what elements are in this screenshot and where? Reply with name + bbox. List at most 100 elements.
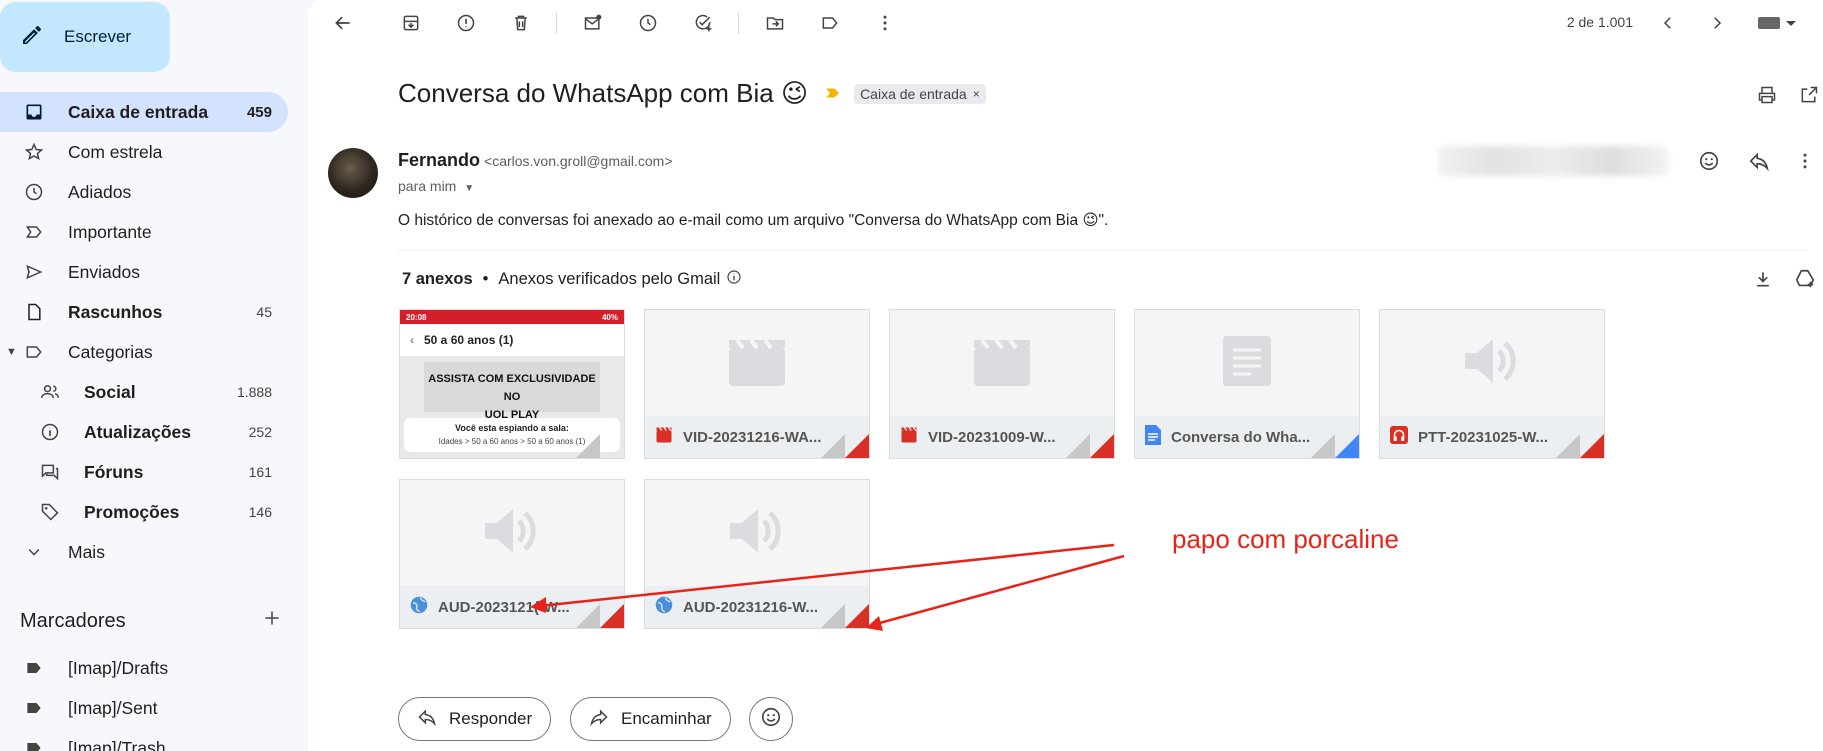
sidebar-item-label: Com estrela <box>68 141 163 162</box>
add-label-icon[interactable] <box>262 608 282 634</box>
avatar[interactable] <box>328 148 378 198</box>
redacted-date <box>1438 146 1668 176</box>
thumb-status-bar: 20:08 40% <box>400 310 624 324</box>
report-spam-icon[interactable] <box>453 10 479 36</box>
forward-icon <box>589 707 609 732</box>
sidebar-item-starred[interactable]: Com estrela <box>0 132 288 172</box>
doc-file-icon <box>1145 424 1161 450</box>
more-vertical-icon[interactable] <box>1792 148 1818 174</box>
move-to-folder-icon[interactable] <box>762 10 788 36</box>
toolbar: 2 de 1.001 <box>308 0 1823 44</box>
caret-down-icon[interactable]: ▼ <box>464 183 474 194</box>
sidebar-item-label: Mais <box>68 541 105 562</box>
remove-label-icon[interactable]: × <box>973 87 980 101</box>
fold-corner <box>821 604 845 628</box>
sender-name[interactable]: Fernando <box>398 150 480 170</box>
unread-count: 252 <box>248 424 272 440</box>
sender-line: Fernando <carlos.von.groll@gmail.com> <box>398 150 673 171</box>
reply-icon[interactable] <box>1746 148 1772 174</box>
label-item[interactable]: [Imap]/Sent <box>0 688 288 728</box>
unread-count: 459 <box>246 103 272 121</box>
recipients[interactable]: para mim ▼ <box>398 178 474 194</box>
sidebar-item-promotions[interactable]: Promoções 146 <box>0 492 288 532</box>
keyboard-icon[interactable] <box>1754 10 1802 36</box>
label-item-text: [Imap]/Sent <box>68 697 158 718</box>
type-corner <box>1335 434 1359 458</box>
speaker-icon <box>730 506 784 561</box>
sidebar-item-important[interactable]: Importante <box>0 212 288 252</box>
print-icon[interactable] <box>1754 82 1780 108</box>
attachments-count: 7 anexos <box>402 270 473 288</box>
sidebar-item-label: Social <box>84 381 136 402</box>
attachment-video[interactable]: VID-20231009-W... <box>889 309 1115 459</box>
compose-label: Escrever <box>64 27 132 46</box>
chevron-right-icon[interactable] <box>1704 10 1730 36</box>
sidebar: Escrever Caixa de entrada 459 Com estrel… <box>0 0 308 751</box>
tag-icon <box>38 500 62 524</box>
mark-unread-icon[interactable] <box>580 10 606 36</box>
sidebar-item-categories[interactable]: ▼ Categorias <box>0 332 288 372</box>
toolbar-divider <box>738 12 739 34</box>
snooze-clock-icon[interactable] <box>635 10 661 36</box>
sidebar-item-updates[interactable]: Atualizações 252 <box>0 412 288 452</box>
add-to-drive-icon[interactable] <box>1792 266 1818 292</box>
label-filled-icon <box>22 696 46 720</box>
back-arrow-icon[interactable] <box>330 10 356 36</box>
trash-icon[interactable] <box>508 10 534 36</box>
fold-corner <box>1066 434 1090 458</box>
important-icon <box>22 220 46 244</box>
send-icon <box>22 260 46 284</box>
unread-count: 45 <box>256 304 272 320</box>
attachments-verified: Anexos verificados pelo Gmail <box>498 270 721 288</box>
emoji-button[interactable] <box>749 697 793 741</box>
attachment-audio[interactable]: AUD-20231216-W... <box>644 479 870 629</box>
sidebar-item-label: Importante <box>68 221 152 242</box>
thumb-time: 20:08 <box>406 312 427 322</box>
type-corner <box>600 604 624 628</box>
draft-icon <box>22 300 46 324</box>
sidebar-item-inbox[interactable]: Caixa de entrada 459 <box>0 92 288 132</box>
sidebar-item-snoozed[interactable]: Adiados <box>0 172 288 212</box>
sidebar-item-more[interactable]: Mais <box>0 532 288 572</box>
toolbar-divider <box>556 12 557 34</box>
caret-down-icon[interactable]: ▼ <box>6 346 17 358</box>
open-new-window-icon[interactable] <box>1796 82 1822 108</box>
attachment-document[interactable]: Conversa do Wha... <box>1134 309 1360 459</box>
attachment-audio[interactable]: AUD-2023121(-W... <box>399 479 625 629</box>
label-item-text: [Imap]/Trash <box>68 737 166 751</box>
compose-button[interactable]: Escrever <box>0 2 170 72</box>
nav-list: Caixa de entrada 459 Com estrela Adiados… <box>0 92 288 572</box>
divider <box>398 250 1808 251</box>
video-preview <box>890 310 1114 416</box>
info-icon[interactable] <box>726 269 742 290</box>
more-vertical-icon[interactable] <box>872 10 898 36</box>
label-icon[interactable] <box>817 10 843 36</box>
emoji-reaction-icon[interactable] <box>1696 148 1722 174</box>
sender-email: <carlos.von.groll@gmail.com> <box>484 153 673 169</box>
document-preview <box>1135 310 1359 416</box>
add-task-icon[interactable] <box>690 10 716 36</box>
sidebar-item-drafts[interactable]: Rascunhos 45 <box>0 292 288 332</box>
label-item[interactable]: [Imap]/Drafts <box>0 648 288 688</box>
sidebar-item-sent[interactable]: Enviados <box>0 252 288 292</box>
archive-icon[interactable] <box>398 10 424 36</box>
attachment-audio[interactable]: PTT-20231025-W... <box>1379 309 1605 459</box>
separator-dot: • <box>482 270 489 288</box>
chevron-left-icon[interactable] <box>1655 10 1681 36</box>
download-all-icon[interactable] <box>1750 266 1776 292</box>
sidebar-item-social[interactable]: Social 1.888 <box>0 372 288 412</box>
thumb-title: ‹ 50 a 60 anos (1) <box>400 324 624 356</box>
thumb-battery: 40% <box>601 312 618 322</box>
reply-button[interactable]: Responder <box>398 697 552 741</box>
inbox-label-chip: Caixa de entrada × <box>854 83 986 104</box>
type-corner <box>1580 434 1604 458</box>
attachment-video[interactable]: VID-20231216-WA... <box>644 309 870 459</box>
clapperboard-icon <box>974 336 1030 391</box>
inbox-icon <box>22 100 46 124</box>
label-item[interactable]: [Imap]/Trash <box>0 728 288 751</box>
sidebar-item-forums[interactable]: Fóruns 161 <box>0 452 288 492</box>
importance-marker-icon[interactable] <box>824 78 842 109</box>
forward-button[interactable]: Encaminhar <box>570 697 731 741</box>
banner-line: ASSISTA COM EXCLUSIVIDADE NO <box>428 373 596 403</box>
attachment-image[interactable]: 20:08 40% ‹ 50 a 60 anos (1) ASSISTA COM E… <box>399 309 625 459</box>
